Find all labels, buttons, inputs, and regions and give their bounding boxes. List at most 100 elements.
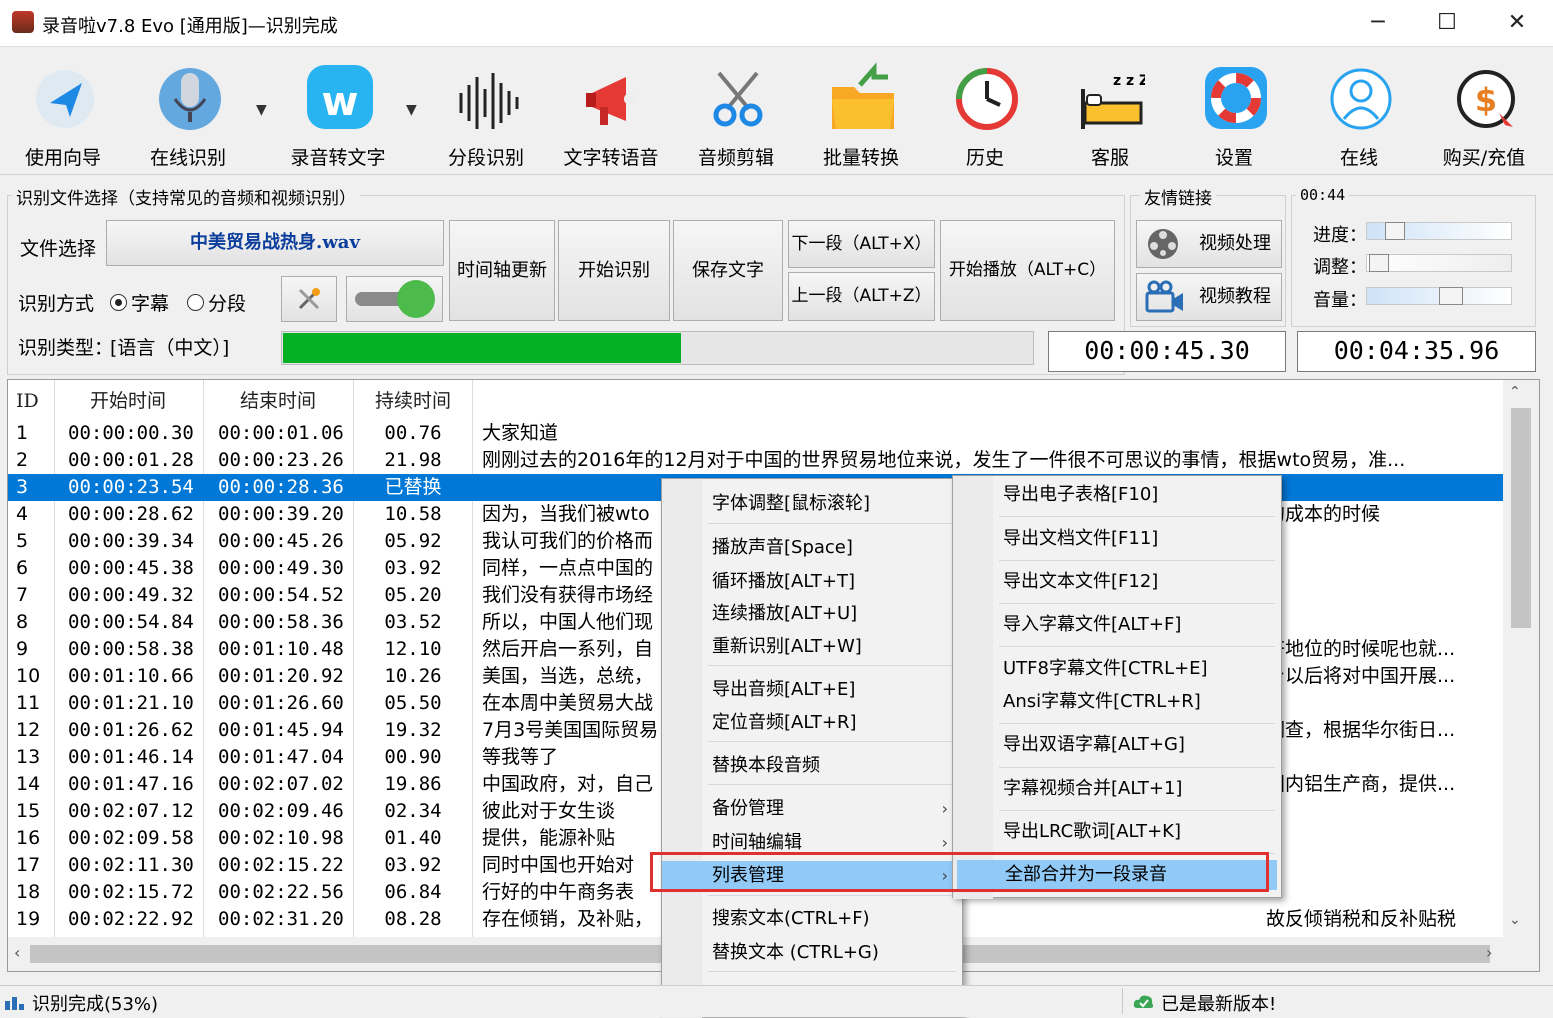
status-bar: 识别完成(53%) 已是最新版本! [0,985,1553,1017]
slider-thumb[interactable] [1439,287,1463,305]
context-menu-item-label: 字体调整[鼠标滚轮] [712,493,871,514]
submenu-item[interactable]: 导出电子表格[F10] [953,480,1281,510]
video-process-button[interactable]: 视频处理 [1136,220,1282,268]
submenu-item[interactable]: 导出文档文件[F11] [953,524,1281,554]
timeline-update-button[interactable]: 时间轴更新 [449,220,555,321]
scissors-icon [713,71,763,127]
submenu-item[interactable]: Ansi字幕文件[CTRL+R] [953,687,1281,717]
header-end-time[interactable]: 结束时间 [218,386,338,416]
save-text-button[interactable]: 保存文字 [673,220,783,321]
row-start-time: 00:01:10.66 [68,665,194,687]
toolbar-history-button[interactable]: 历史 [930,55,1040,170]
row-id: 11 [16,692,41,714]
row-start-time: 00:00:00.30 [68,422,194,444]
radio-unchecked-icon [187,294,204,311]
context-menu-item[interactable]: 重新识别[ALT+W] [662,632,962,662]
progress-slider[interactable] [1366,222,1512,240]
context-menu-item[interactable]: 循环播放[ALT+T] [662,567,962,597]
submenu-item-label: Ansi字幕文件[CTRL+R] [1003,691,1201,712]
toolbar-online-button[interactable]: 在线 [1304,55,1414,170]
start-recognize-button[interactable]: 开始识别 [558,220,670,321]
volume-slider[interactable] [1366,287,1512,305]
file-select-button[interactable]: 中美贸易战热身.wav [106,220,444,266]
row-text-tail: 的成本的时候 [1266,503,1381,525]
vertical-scrollbar[interactable]: ⌃ ⌄ [1503,380,1539,937]
toolbar-online-recognize-button[interactable]: 在线识别 [133,55,243,170]
slider-thumb[interactable] [1385,222,1405,240]
context-menu-item[interactable]: 连续播放[ALT+U] [662,599,962,629]
context-menu-item[interactable]: 搜索文本(CTRL+F) [662,904,962,934]
table-row[interactable]: 1 00:00:00.30 00:00:01.06 00.76 大家知道 [8,420,1503,447]
toggle-switch[interactable] [346,276,443,322]
toolbar-label: 购买/充值 [1442,147,1526,169]
toolbar-guide-button[interactable]: 使用向导 [8,55,118,170]
toolbar-segment-recognize-button[interactable]: 分段识别 [431,55,541,170]
tools-button[interactable] [281,276,337,322]
row-id: 9 [16,638,29,660]
scroll-left-icon[interactable]: ‹ [14,943,20,962]
video-tutorial-button[interactable]: 视频教程 [1136,273,1282,321]
row-duration: 05.92 [384,530,442,552]
start-play-button[interactable]: 开始播放（ALT+C） [940,220,1115,321]
toolbar-record-to-text-button[interactable]: w 录音转文字 [283,55,393,170]
submenu-item[interactable]: UTF8字幕文件[CTRL+E] [953,654,1281,684]
toolbar-batch-convert-button[interactable]: 批量转换 [806,55,916,170]
header-id[interactable]: ID [16,386,39,416]
scroll-right-icon[interactable]: › [1486,943,1492,962]
context-menu-item[interactable]: 备份管理 › [662,794,962,824]
sleep-bed-icon: z z Z [1081,73,1145,129]
header-start-time[interactable]: 开始时间 [68,386,188,416]
status-right-text: 已是最新版本! [1161,994,1277,1015]
row-id: 5 [16,530,29,552]
row-end-time: 00:00:45.26 [218,530,344,552]
row-text-tail: 台以后将对中国开展... [1266,665,1456,687]
user-icon [1330,68,1392,130]
row-duration: 03.92 [384,854,442,876]
context-menu-item-label: 备份管理 [712,798,784,819]
mode-segment-radio[interactable]: 分段 [187,289,246,316]
toolbar-purchase-button[interactable]: $ 购买/充值 [1429,55,1539,170]
context-menu-item[interactable]: 导出音频[ALT+E] [662,675,962,705]
chevron-down-icon[interactable]: ▼ [406,102,417,118]
context-menu-item[interactable]: 替换文本 (CTRL+G) [662,938,962,968]
maximize-button[interactable]: ☐ [1412,0,1482,47]
row-duration: 19.86 [384,773,442,795]
next-segment-button[interactable]: 下一段（ALT+X） [788,220,935,268]
submenu-item[interactable]: 导出文本文件[F12] [953,567,1281,597]
svg-text:w: w [322,79,359,125]
toolbar-settings-button[interactable]: 设置 [1179,55,1289,170]
row-end-time: 00:01:47.04 [218,746,344,768]
row-end-time: 00:02:15.22 [218,854,344,876]
context-menu-item[interactable]: 定位音频[ALT+R] [662,708,962,738]
context-menu-item[interactable]: 替换本段音频 [662,751,962,781]
submenu-item[interactable]: 字幕视频合并[ALT+1] [953,774,1281,804]
context-menu-item-label: 连续播放[ALT+U] [712,603,858,624]
minimize-button[interactable]: ─ [1343,0,1413,47]
mode-subtitle-radio[interactable]: 字幕 [110,289,169,316]
chevron-down-icon[interactable]: ▼ [256,102,267,118]
row-id: 15 [16,800,41,822]
history-clock-icon [956,68,1018,130]
toolbar-service-button[interactable]: z z Z 客服 [1055,55,1165,170]
context-menu-item[interactable]: 播放声音[Space] [662,533,962,563]
scrollbar-thumb[interactable] [1511,408,1531,628]
submenu-item[interactable]: 导出LRC歌词[ALT+K] [953,817,1281,847]
slider-thumb[interactable] [1369,254,1389,272]
close-button[interactable]: ✕ [1482,0,1552,47]
toolbar-audio-edit-button[interactable]: 音频剪辑 [681,55,791,170]
row-text: 刚刚过去的2016年的12月对于中国的世界贸易地位来说，发生了一件很不可思议的事… [482,449,1406,471]
context-menu-item-label: 导出音频[ALT+E] [712,679,856,700]
submenu-item[interactable]: 导出双语字幕[ALT+G] [953,730,1281,760]
row-id: 8 [16,611,29,633]
scroll-down-icon[interactable]: ⌄ [1509,912,1521,928]
scroll-up-icon[interactable]: ⌃ [1509,384,1521,400]
table-row[interactable]: 2 00:00:01.28 00:00:23.26 21.98 刚刚过去的2016年的1… [8,447,1503,474]
adjust-slider[interactable] [1366,254,1512,272]
progress-fill [283,333,681,363]
context-menu-item[interactable]: 字体调整[鼠标滚轮] [662,489,962,519]
toolbar-text-to-speech-button[interactable]: 文字转语音 [556,55,666,170]
row-start-time: 00:02:09.58 [68,827,194,849]
header-duration[interactable]: 持续时间 [353,386,473,416]
submenu-item[interactable]: 导入字幕文件[ALT+F] [953,610,1281,640]
prev-segment-button[interactable]: 上一段（ALT+Z） [788,272,935,321]
